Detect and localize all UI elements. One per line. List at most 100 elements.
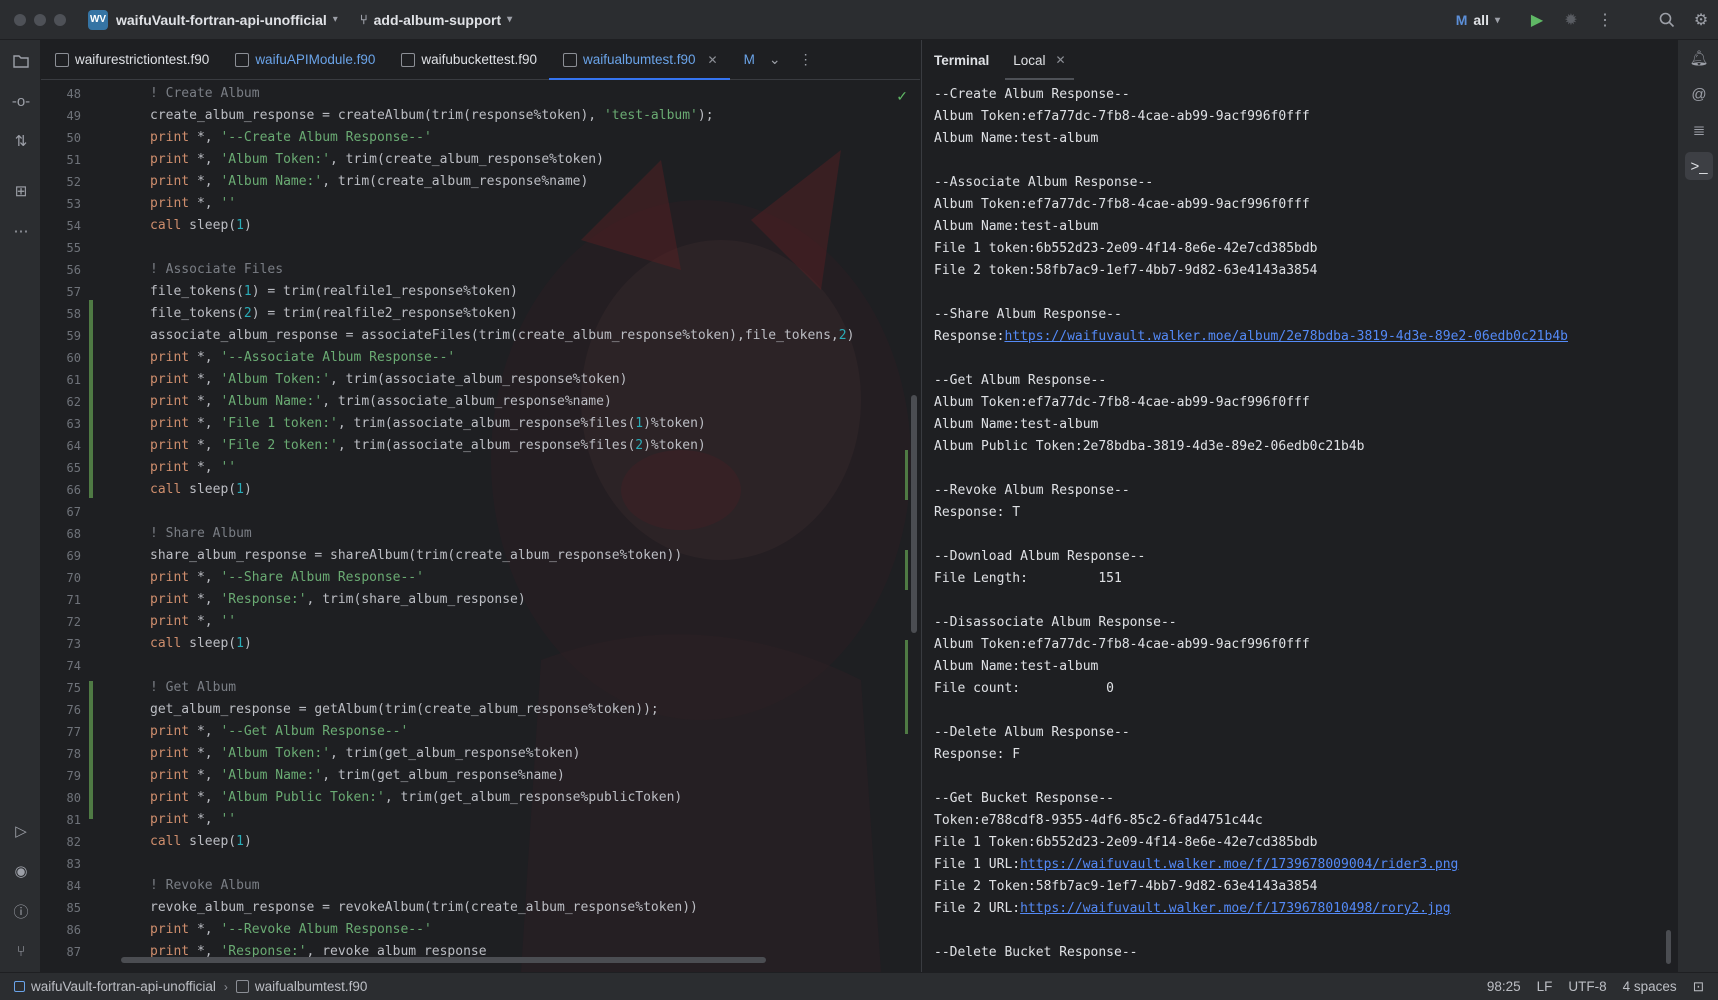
- editor-horizontal-scrollbar[interactable]: [121, 957, 766, 963]
- code-line[interactable]: 64 print *, 'File 2 token:', trim(associa…: [41, 435, 920, 457]
- code-line[interactable]: 60 print *, '--Associate Album Response--…: [41, 347, 920, 369]
- tab-makefile[interactable]: M: [730, 40, 759, 79]
- project-folder-icon[interactable]: [8, 48, 34, 74]
- code-line[interactable]: 78 print *, 'Album Token:', trim(get_albu…: [41, 743, 920, 765]
- problems-icon[interactable]: ⓘ: [8, 898, 34, 924]
- line-number: 71: [66, 593, 81, 607]
- lock-icon[interactable]: ⊡: [1693, 979, 1704, 995]
- code-line[interactable]: 49 create_album_response = createAlbum(tr…: [41, 105, 920, 127]
- code-line[interactable]: 67: [41, 501, 920, 523]
- line-number: 61: [66, 373, 81, 387]
- code-line[interactable]: 65 print *, '': [41, 457, 920, 479]
- code-line[interactable]: 63 print *, 'File 1 token:', trim(associa…: [41, 413, 920, 435]
- terminal-output[interactable]: --Create Album Response-- Album Token:ef7…: [934, 84, 1664, 964]
- code-line[interactable]: 52 print *, 'Album Name:', trim(create_al…: [41, 171, 920, 193]
- code-line[interactable]: 54 call sleep(1): [41, 215, 920, 237]
- code-line[interactable]: 69 share_album_response = shareAlbum(trim…: [41, 545, 920, 567]
- code-line[interactable]: 83: [41, 853, 920, 875]
- tab-waifuapimodule[interactable]: waifuAPIModule.f90: [221, 40, 387, 79]
- code-line[interactable]: 51 print *, 'Album Token:', trim(create_a…: [41, 149, 920, 171]
- code-text: print *, '': [150, 614, 237, 629]
- terminal-link[interactable]: https://waifuvault.walker.moe/f/17396780…: [1020, 857, 1458, 872]
- pull-requests-icon[interactable]: ⇅: [8, 128, 34, 154]
- code-line[interactable]: 75 ! Get Album: [41, 677, 920, 699]
- close-tab-icon[interactable]: ✕: [1056, 53, 1066, 67]
- terminal-link[interactable]: https://waifuvault.walker.moe/f/17396780…: [1020, 901, 1450, 916]
- terminal-line: File 1 token:6b552d23-2e09-4f14-8e6e-42e…: [934, 238, 1664, 260]
- commit-icon[interactable]: -o-: [8, 88, 34, 114]
- code-line[interactable]: 62 print *, 'Album Name:', trim(associate…: [41, 391, 920, 413]
- ai-assistant-icon[interactable]: @: [1685, 80, 1713, 108]
- code-line[interactable]: 85 revoke_album_response = revokeAlbum(tr…: [41, 897, 920, 919]
- terminal-link[interactable]: https://waifuvault.walker.moe/album/2e78…: [1004, 329, 1568, 344]
- close-window-button[interactable]: [14, 13, 26, 26]
- close-tab-icon[interactable]: ✕: [708, 53, 718, 67]
- editor-more-icon[interactable]: ⋮: [799, 51, 813, 68]
- maximize-window-button[interactable]: [54, 13, 66, 26]
- code-text: call sleep(1): [150, 482, 252, 497]
- code-area[interactable]: 48 ! Create Album 49 create_album_response …: [41, 81, 920, 972]
- caret-position[interactable]: 98:25: [1487, 979, 1521, 994]
- debug-icon[interactable]: ✹: [1554, 0, 1588, 40]
- code-line[interactable]: 59 associate_album_response = associateFi…: [41, 325, 920, 347]
- code-line[interactable]: 55: [41, 237, 920, 259]
- code-line[interactable]: 56 ! Associate Files: [41, 259, 920, 281]
- line-ending[interactable]: LF: [1537, 979, 1553, 994]
- code-text: call sleep(1): [150, 218, 252, 233]
- tab-waifualbumtest[interactable]: waifualbumtest.f90 ✕: [548, 40, 730, 80]
- editor-vertical-scrollbar[interactable]: [911, 395, 917, 633]
- search-icon[interactable]: [1650, 0, 1684, 40]
- file-encoding[interactable]: UTF-8: [1568, 979, 1606, 994]
- tabs-dropdown-icon[interactable]: ⌄: [769, 51, 781, 68]
- code-line[interactable]: 71 print *, 'Response:', trim(share_album…: [41, 589, 920, 611]
- code-line[interactable]: 73 call sleep(1): [41, 633, 920, 655]
- minimize-window-button[interactable]: [34, 13, 46, 26]
- code-line[interactable]: 58 file_tokens(2) = trim(realfile2_respon…: [41, 303, 920, 325]
- run-icon[interactable]: ▶: [1520, 0, 1554, 40]
- tab-waifurestrictiontest[interactable]: waifurestrictiontest.f90: [41, 40, 221, 79]
- run-config-selector[interactable]: M all ▾: [1456, 12, 1500, 28]
- git-icon[interactable]: ⑂: [8, 938, 34, 964]
- services-icon[interactable]: ◉: [8, 858, 34, 884]
- code-line[interactable]: 72 print *, '': [41, 611, 920, 633]
- terminal-line: Album Token:ef7a77dc-7fb8-4cae-ab99-9acf…: [934, 634, 1664, 656]
- tab-waifubuckettest[interactable]: waifubuckettest.f90: [387, 40, 549, 79]
- code-line[interactable]: 66 call sleep(1): [41, 479, 920, 501]
- terminal-text: Album Token:ef7a77dc-7fb8-4cae-ab99-9acf…: [934, 637, 1310, 652]
- line-number: 66: [66, 483, 81, 497]
- code-line[interactable]: 48 ! Create Album: [41, 83, 920, 105]
- code-line[interactable]: 80 print *, 'Album Public Token:', trim(g…: [41, 787, 920, 809]
- project-selector[interactable]: waifuVault-fortran-api-unofficial: [116, 12, 327, 28]
- run-tool-icon[interactable]: ▷: [8, 818, 34, 844]
- terminal-icon[interactable]: >_: [1685, 152, 1713, 180]
- code-line[interactable]: 57 file_tokens(1) = trim(realfile1_respon…: [41, 281, 920, 303]
- code-text: get_album_response = getAlbum(trim(creat…: [150, 702, 659, 717]
- code-line[interactable]: 79 print *, 'Album Name:', trim(get_album…: [41, 765, 920, 787]
- tab-local-terminal[interactable]: Local ✕: [1001, 40, 1077, 80]
- code-line[interactable]: 84 ! Revoke Album: [41, 875, 920, 897]
- code-line[interactable]: 61 print *, 'Album Token:', trim(associat…: [41, 369, 920, 391]
- code-line[interactable]: 77 print *, '--Get Album Response--': [41, 721, 920, 743]
- code-line[interactable]: 74: [41, 655, 920, 677]
- indent-setting[interactable]: 4 spaces: [1623, 979, 1677, 994]
- settings-gear-icon[interactable]: ⚙: [1684, 0, 1718, 40]
- more-options-icon[interactable]: ⋮: [1588, 0, 1622, 40]
- code-line[interactable]: 76 get_album_response = getAlbum(trim(cre…: [41, 699, 920, 721]
- database-icon[interactable]: ≣: [1685, 116, 1713, 144]
- breadcrumb-file[interactable]: waifualbumtest.f90: [255, 979, 368, 994]
- more-tools-icon[interactable]: ⋯: [8, 218, 34, 244]
- code-line[interactable]: 86 print *, '--Revoke Album Response--': [41, 919, 920, 941]
- code-line[interactable]: 82 call sleep(1): [41, 831, 920, 853]
- code-line[interactable]: 68 ! Share Album: [41, 523, 920, 545]
- code-line[interactable]: 53 print *, '': [41, 193, 920, 215]
- status-bar: waifuVault-fortran-api-unofficial › waif…: [0, 972, 1718, 1000]
- code-line[interactable]: 70 print *, '--Share Album Response--': [41, 567, 920, 589]
- breadcrumb-project[interactable]: waifuVault-fortran-api-unofficial: [31, 979, 216, 994]
- code-line[interactable]: 50 print *, '--Create Album Response--': [41, 127, 920, 149]
- code-line[interactable]: 81 print *, '': [41, 809, 920, 831]
- structure-icon[interactable]: ⊞: [8, 178, 34, 204]
- notifications-icon[interactable]: 🔔︎: [1685, 44, 1713, 72]
- fortran-file-icon: [235, 52, 250, 67]
- terminal-scrollbar[interactable]: [1666, 930, 1671, 964]
- branch-selector[interactable]: ⑂ add-album-support ▾: [360, 12, 512, 28]
